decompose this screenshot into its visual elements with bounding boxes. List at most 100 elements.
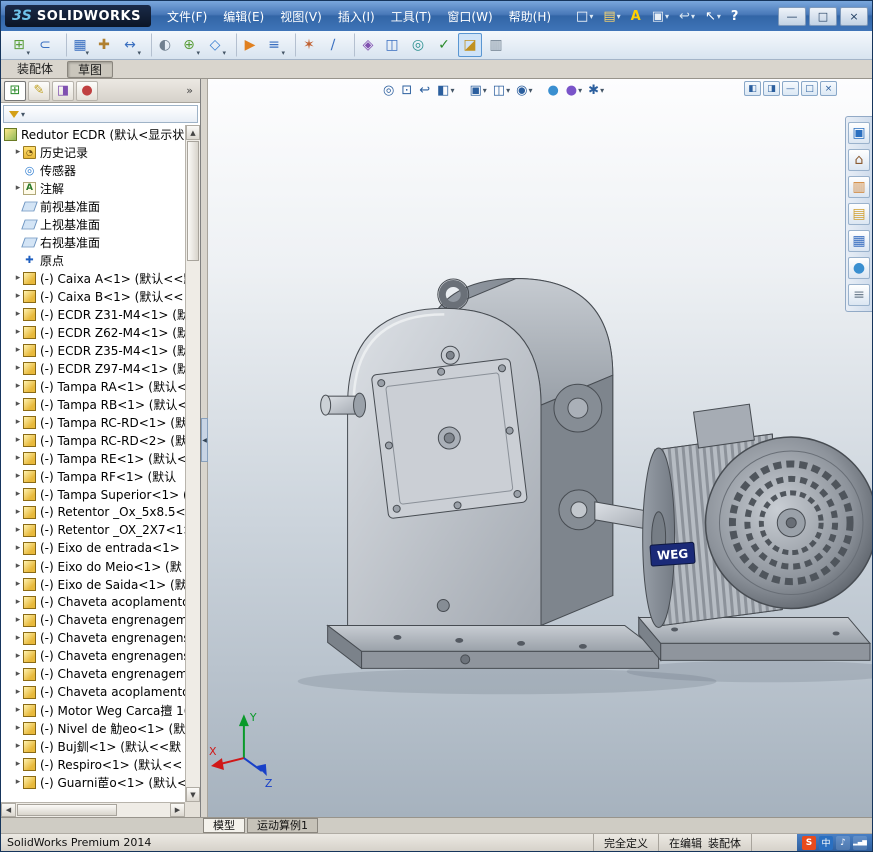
view-settings-button[interactable]: ✱ ▾: [585, 80, 607, 100]
scroll-left-icon[interactable]: ◀: [1, 803, 16, 817]
tree-vertical-scrollbar[interactable]: ▲ ▼: [185, 125, 200, 802]
expand-arrow-icon[interactable]: ▸: [13, 291, 23, 301]
interference-detection-button[interactable]: ◈: [354, 33, 378, 57]
tree-item[interactable]: ▸ (-) Tampa RF<1> (默认: [1, 467, 185, 485]
edit-appearance-button[interactable]: ●: [544, 80, 562, 100]
study-tab[interactable]: 运动算例1: [247, 818, 318, 833]
display-style-button[interactable]: ◫ ▾: [490, 80, 513, 100]
expand-arrow-icon[interactable]: ▸: [13, 525, 23, 535]
tree-item[interactable]: ▸ (-) Chaveta engrenagens: [1, 629, 185, 647]
tree-item[interactable]: ▸ (-) Chaveta acoplamento: [1, 683, 185, 701]
expand-arrow-icon[interactable]: ▸: [13, 615, 23, 625]
file-explorer-tab[interactable]: ▤: [848, 203, 870, 225]
clearance-verification-button[interactable]: ◫: [380, 33, 404, 57]
move-component-button[interactable]: ↔ ▾: [118, 33, 142, 57]
menu-item[interactable]: 文件(F): [159, 4, 215, 29]
tree-item[interactable]: 右视基准面: [1, 233, 185, 251]
hole-alignment-button[interactable]: ◎: [406, 33, 430, 57]
expand-arrow-icon[interactable]: ▸: [13, 363, 23, 373]
expand-arrow-icon[interactable]: ▸: [13, 147, 23, 157]
expand-arrow-icon[interactable]: ▸: [13, 471, 23, 481]
tree-item[interactable]: ▸ (-) ECDR Z97-M4<1> (默认: [1, 359, 185, 377]
scroll-down-icon[interactable]: ▼: [186, 787, 200, 802]
scroll-right-icon[interactable]: ▶: [170, 803, 185, 817]
view-orientation-button[interactable]: ▣ ▾: [466, 80, 489, 100]
help-button[interactable]: ?: [728, 6, 743, 26]
featuremanager-tab[interactable]: ⊞: [4, 81, 26, 101]
close-button[interactable]: ×: [840, 7, 868, 26]
expand-arrow-icon[interactable]: ▸: [13, 417, 23, 427]
assemblyxpert-button[interactable]: ✓: [432, 33, 456, 57]
expand-arrow-icon[interactable]: ▸: [13, 273, 23, 283]
doc-minimize-button[interactable]: —: [782, 81, 799, 96]
tile-windows-button[interactable]: ◨: [763, 81, 780, 96]
design-library-tab[interactable]: ▥: [848, 176, 870, 198]
tree-item[interactable]: ▸ (-) ECDR Z31-M4<1> (默认: [1, 305, 185, 323]
menu-item[interactable]: 窗口(W): [439, 4, 500, 29]
menu-item[interactable]: 帮助(H): [501, 4, 559, 29]
expand-arrow-icon[interactable]: ▸: [13, 381, 23, 391]
expand-arrow-icon[interactable]: ▸: [13, 705, 23, 715]
tree-item[interactable]: ▸ (-) Tampa RC-RD<2> (默认: [1, 431, 185, 449]
tree-item[interactable]: ▸ (-) Nivel de 觔eo<1> (默: [1, 719, 185, 737]
solidworks-resources-tab[interactable]: ▣: [848, 122, 870, 144]
tree-item[interactable]: ▸ (-) Guarni茞o<1> (默认<: [1, 773, 185, 791]
explode-line-sketch-button[interactable]: ∕: [321, 33, 345, 57]
previous-view-button[interactable]: ↩: [416, 80, 434, 100]
tree-root-item[interactable]: Redutor ECDR (默认<显示状: [1, 125, 185, 143]
expand-arrow-icon[interactable]: ▸: [13, 777, 23, 787]
custom-properties-tab[interactable]: ≡: [848, 284, 870, 306]
doc-restore-button[interactable]: □: [801, 81, 818, 96]
expand-arrow-icon[interactable]: ▸: [13, 561, 23, 571]
tree-item[interactable]: ▸ (-) Chaveta engrenagem: [1, 665, 185, 683]
expand-arrow-icon[interactable]: ▸: [13, 453, 23, 463]
new-motion-study-button[interactable]: ▶: [236, 33, 260, 57]
expand-arrow-icon[interactable]: ▸: [13, 309, 23, 319]
tree-item[interactable]: 前视基准面: [1, 197, 185, 215]
menu-item[interactable]: 插入(I): [330, 4, 383, 29]
section-view-button[interactable]: ◧ ▾: [434, 80, 457, 100]
expand-arrow-icon[interactable]: ▸: [13, 489, 23, 499]
expand-arrow-icon[interactable]: ▸: [13, 435, 23, 445]
select-button[interactable]: ↖ ▾: [702, 6, 724, 26]
tree-item[interactable]: 上视基准面: [1, 215, 185, 233]
show-hidden-components-button[interactable]: ◐: [151, 33, 175, 57]
maximize-button[interactable]: □: [809, 7, 837, 26]
exploded-view-button[interactable]: ✶: [295, 33, 319, 57]
scroll-up-icon[interactable]: ▲: [186, 125, 200, 140]
expand-arrow-icon[interactable]: ▸: [13, 345, 23, 355]
expand-arrow-icon[interactable]: ▸: [13, 759, 23, 769]
menu-item[interactable]: 编辑(E): [215, 4, 272, 29]
expand-arrow-icon[interactable]: ▸: [13, 399, 23, 409]
tree-item[interactable]: ▸ (-) Tampa RA<1> (默认<<: [1, 377, 185, 395]
new-document-button[interactable]: □ ▾: [573, 6, 596, 26]
displaymanager-tab[interactable]: ●: [76, 81, 98, 101]
bill-of-materials-button[interactable]: ≡ ▾: [262, 33, 286, 57]
smart-fasteners-button[interactable]: ✚: [92, 33, 116, 57]
tree-item[interactable]: ▸ (-) ECDR Z35-M4<1> (默认: [1, 341, 185, 359]
volume-tray-icon[interactable]: ♪: [836, 836, 850, 850]
assembly-features-button[interactable]: ⊕ ▾: [177, 33, 201, 57]
insert-components-button[interactable]: ⊞ ▾: [7, 33, 31, 57]
scrollbar-thumb[interactable]: [187, 141, 199, 261]
tree-item[interactable]: ▸ (-) Motor Weg Carca擅 16: [1, 701, 185, 719]
tree-item[interactable]: ▸ (-) Tampa RE<1> (默认<<: [1, 449, 185, 467]
tree-item[interactable]: ▸ (-) Eixo de entrada<1>: [1, 539, 185, 557]
cascade-windows-button[interactable]: ◧: [744, 81, 761, 96]
tree-item[interactable]: ▸ (-) Chaveta acoplamento: [1, 593, 185, 611]
tree-item[interactable]: ▸ (-) Tampa RB<1> (默认<: [1, 395, 185, 413]
expand-arrow-icon[interactable]: ▸: [13, 183, 23, 193]
doc-close-button[interactable]: ×: [820, 81, 837, 96]
instant3d-button[interactable]: ◪: [458, 33, 482, 57]
tree-item[interactable]: ▸ (-) Caixa B<1> (默认<<: [1, 287, 185, 305]
expand-arrow-icon[interactable]: ▸: [13, 741, 23, 751]
linear-component-pattern-button[interactable]: ▦ ▾: [66, 33, 90, 57]
propertymanager-tab[interactable]: ✎: [28, 81, 50, 101]
tree-item[interactable]: 传感器: [1, 161, 185, 179]
study-tab[interactable]: 模型: [203, 818, 245, 833]
tree-item[interactable]: ▸ (-) Retentor _Ox_5x8.5<: [1, 503, 185, 521]
make-drawing-button[interactable]: A: [628, 6, 645, 26]
ime-tray-icon[interactable]: 中: [819, 836, 833, 850]
reference-geometry-button[interactable]: ◇ ▾: [203, 33, 227, 57]
large-assembly-mode-button[interactable]: ▥: [484, 33, 508, 57]
